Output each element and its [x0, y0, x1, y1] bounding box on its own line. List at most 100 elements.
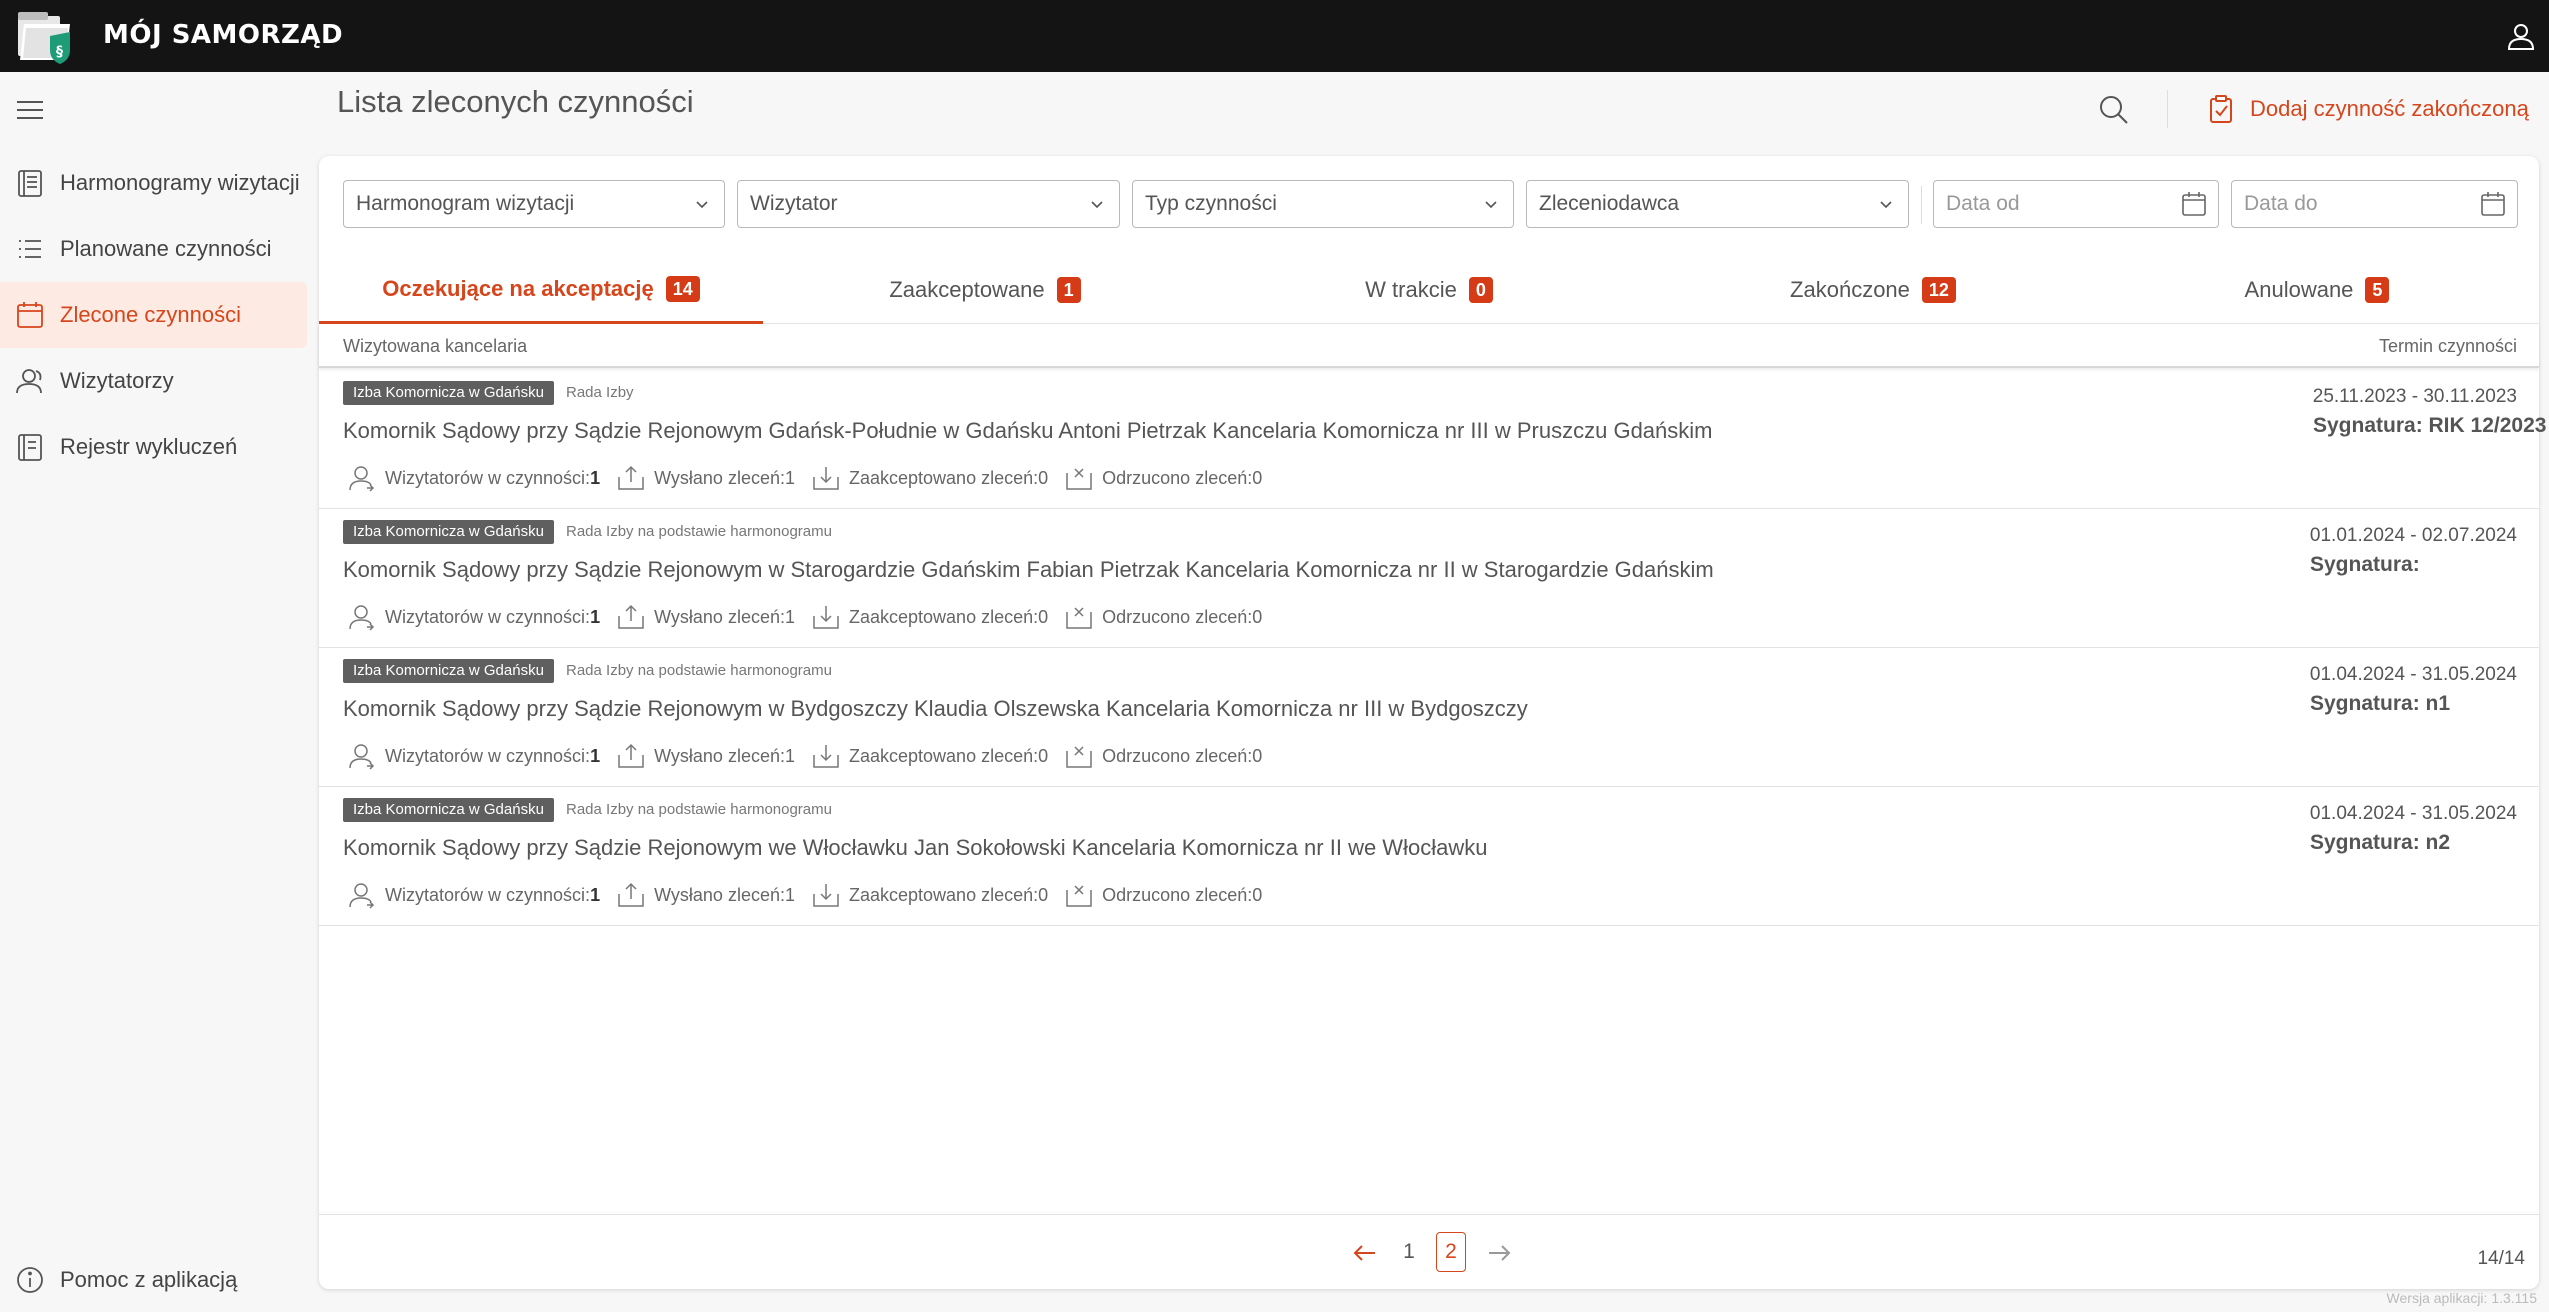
source-label: Rada Izby na podstawie harmonogramu: [566, 662, 832, 679]
table-row[interactable]: Izba Komornicza w Gdańsku Rada Izby Komo…: [319, 370, 2546, 509]
source-label: Rada Izby na podstawie harmonogramu: [566, 801, 832, 818]
stat-sent: Wysłano zleceń: 1: [616, 463, 795, 493]
tab-label: Oczekujące na akceptację: [382, 275, 654, 301]
signature: Sygnatura: n1: [2310, 692, 2451, 715]
stat-accepted: Zaakceptowano zleceń: 0: [811, 880, 1048, 910]
tab-in-progress[interactable]: W trakcie 0: [1207, 256, 1651, 324]
stat-label: Odrzucono zleceń:: [1102, 745, 1253, 766]
stat-rejected: Odrzucono zleceń: 0: [1064, 741, 1262, 771]
stat-label: Wizytatorów w czynności:: [385, 606, 591, 627]
activities-card: Harmonogram wizytacji Wizytator Typ czyn…: [319, 156, 2546, 1289]
stat-label: Wizytatorów w czynności:: [385, 467, 591, 488]
stat-value: 1: [784, 745, 795, 766]
download-icon: [813, 884, 839, 907]
table-row[interactable]: Izba Komornicza w Gdańsku Rada Izby na p…: [319, 787, 2539, 926]
pagination-divider: [319, 1214, 2539, 1215]
stat-inspectors: Wizytatorów w czynności: 1: [347, 602, 600, 632]
chevron-down-icon: [1880, 201, 1892, 209]
source-label: Rada Izby: [566, 384, 634, 401]
stat-accepted: Zaakceptowano zleceń: 0: [811, 741, 1048, 771]
info-icon: [17, 1267, 43, 1293]
stat-value: 1: [590, 467, 601, 488]
schedule-filter-value: Harmonogram wizytacji: [356, 192, 575, 215]
chamber-tag: Izba Komornicza w Gdańsku: [343, 659, 554, 683]
download-icon: [813, 745, 839, 768]
tab-completed[interactable]: Zakończone 12: [1651, 256, 2095, 324]
tab-label: Zaakceptowane: [889, 277, 1045, 302]
sidebar-item-zlecone[interactable]: Zlecone czynności: [0, 282, 307, 348]
row-stats: Wizytatorów w czynności: 1 Wysłano zleceń…: [347, 741, 1278, 771]
upload-icon: [618, 604, 644, 629]
filter-divider: [1921, 186, 1922, 224]
arrow-right-icon[interactable]: [1486, 1240, 1512, 1266]
search-icon[interactable]: [2096, 92, 2130, 126]
activity-type-filter-select[interactable]: Typ czynności: [1132, 180, 1514, 228]
stat-sent: Wysłano zleceń: 1: [616, 602, 795, 632]
sidebar-nav: Harmonogramy wizytacji Planowane czynnoś…: [0, 150, 307, 480]
activity-dates: 25.11.2023 - 30.11.2023: [2312, 386, 2517, 407]
chamber-tag: Izba Komornicza w Gdańsku: [343, 381, 554, 405]
stat-value: 0: [1252, 467, 1263, 488]
stat-value: 1: [590, 745, 601, 766]
stat-label: Zaakceptowano zleceń:: [849, 745, 1039, 766]
stat-value: 1: [590, 884, 601, 905]
stat-rejected: Odrzucono zleceń: 0: [1064, 463, 1262, 493]
stat-inspectors: Wizytatorów w czynności: 1: [347, 741, 600, 771]
schedule-filter-select[interactable]: Harmonogram wizytacji: [343, 180, 725, 228]
row-stats: Wizytatorów w czynności: 1 Wysłano zleceń…: [347, 602, 1278, 632]
sidebar-item-rejestr[interactable]: Rejestr wykluczeń: [0, 414, 307, 480]
client-filter-select[interactable]: Zleceniodawca: [1526, 180, 1909, 228]
stat-value: 0: [1252, 884, 1263, 905]
sidebar-item-harmonogramy[interactable]: Harmonogramy wizytacji: [0, 150, 307, 216]
stat-value: 0: [1038, 467, 1049, 488]
tab-accepted[interactable]: Zaakceptowane 1: [763, 256, 1207, 324]
add-completed-activity-button[interactable]: Dodaj czynność zakończoną: [2206, 94, 2529, 124]
sidebar-item-wizytatorzy[interactable]: Wizytatorzy: [0, 348, 307, 414]
tab-cancelled[interactable]: Anulowane 5: [2095, 256, 2539, 324]
table-row[interactable]: Izba Komornicza w Gdańsku Rada Izby na p…: [319, 509, 2539, 648]
page-1-button[interactable]: 1: [1394, 1232, 1424, 1272]
activity-dates: 01.01.2024 - 02.07.2024: [2309, 525, 2517, 546]
user-icon: [349, 466, 375, 492]
activity-dates: 01.04.2024 - 31.05.2024: [2309, 664, 2517, 685]
sidebar-item-help[interactable]: Pomoc z aplikacją: [0, 1247, 307, 1312]
stat-label: Wysłano zleceń:: [654, 606, 785, 627]
office-name: Komornik Sądowy przy Sądzie Rejonowym w …: [343, 696, 1528, 721]
table-row[interactable]: Izba Komornicza w Gdańsku Rada Izby na p…: [319, 648, 2539, 787]
stat-value: 1: [590, 606, 601, 627]
user-icon: [349, 605, 375, 631]
calendar-icon: [17, 302, 43, 328]
user-icon: [349, 744, 375, 770]
arrow-left-icon[interactable]: [1352, 1240, 1378, 1266]
user-account-icon[interactable]: [2505, 20, 2537, 52]
sidebar-item-label: Planowane czynności: [60, 236, 272, 261]
stat-value: 0: [1038, 745, 1049, 766]
count-badge: 0: [1468, 277, 1493, 303]
count-badge: 1: [1056, 277, 1081, 303]
column-header-office: Wizytowana kancelaria: [343, 336, 528, 356]
count-badge: 12: [1921, 277, 1956, 303]
tab-label: Anulowane: [2244, 277, 2354, 302]
help-link[interactable]: Pomoc z aplikacją: [0, 1247, 307, 1312]
stat-sent: Wysłano zleceń: 1: [616, 880, 795, 910]
stat-accepted: Zaakceptowano zleceń: 0: [811, 602, 1048, 632]
date-from-input[interactable]: Data od: [1933, 180, 2219, 228]
chamber-tag: Izba Komornicza w Gdańsku: [343, 798, 554, 822]
stat-label: Odrzucono zleceń:: [1102, 467, 1253, 488]
sidebar-item-planowane[interactable]: Planowane czynności: [0, 216, 307, 282]
tab-pending[interactable]: Oczekujące na akceptację 14: [319, 256, 763, 324]
count-badge: 5: [2365, 277, 2390, 303]
chevron-down-icon: [1091, 201, 1103, 209]
calendar-icon[interactable]: [2479, 190, 2507, 218]
signature: Sygnatura: RIK 12/2023: [2313, 414, 2547, 437]
reject-icon: [1066, 885, 1092, 907]
user-icon: [349, 883, 375, 909]
page-2-button[interactable]: 2: [1436, 1232, 1466, 1272]
date-to-input[interactable]: Data do: [2231, 180, 2518, 228]
inspector-filter-select[interactable]: Wizytator: [737, 180, 1120, 228]
upload-icon: [618, 882, 644, 907]
activity-type-filter-value: Typ czynności: [1145, 192, 1277, 215]
calendar-icon[interactable]: [2180, 190, 2208, 218]
upload-icon: [618, 743, 644, 768]
hamburger-menu-icon[interactable]: [14, 96, 46, 124]
